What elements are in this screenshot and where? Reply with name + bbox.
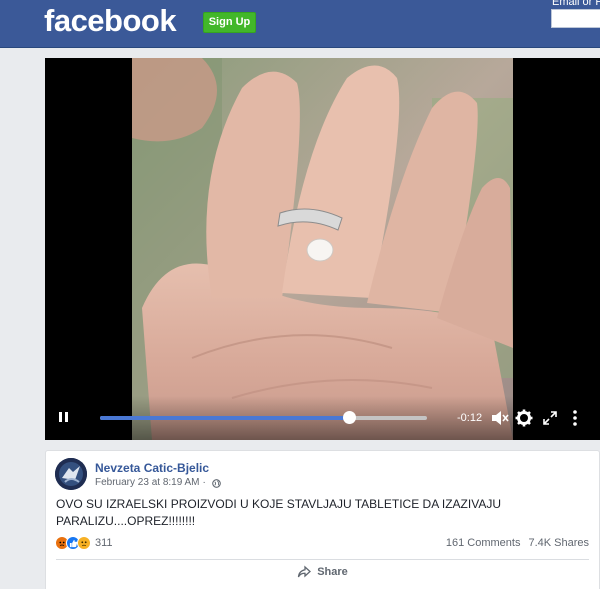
video-frame[interactable] <box>132 58 513 440</box>
email-label: Email or Phone <box>552 0 600 8</box>
meta-separator: · <box>202 477 206 488</box>
top-bar: facebook Sign Up Email or Phone <box>0 0 600 48</box>
post-text: OVO SU IZRAELSKI PROIZVODI U KOJE STAVLJ… <box>56 497 501 528</box>
share-label: Share <box>317 566 348 578</box>
post-meta: February 23 at 8:19 AM · <box>95 476 221 490</box>
post-date[interactable]: February 23 at 8:19 AM <box>95 476 200 490</box>
video-player[interactable]: -0:12 <box>45 58 600 440</box>
comments-count-link[interactable]: 161 Comments <box>446 537 521 549</box>
reaction-count: 311 <box>95 537 113 549</box>
video-controls: -0:12 <box>45 396 600 440</box>
fullscreen-icon[interactable] <box>540 408 560 428</box>
share-icon <box>298 565 312 578</box>
shares-count-link[interactable]: 7.4K Shares <box>528 537 589 549</box>
facebook-logo[interactable]: facebook <box>44 4 177 38</box>
seek-handle[interactable] <box>342 411 356 424</box>
volume-muted-icon[interactable] <box>489 408 509 428</box>
share-button[interactable]: Share <box>46 565 599 579</box>
pause-icon[interactable] <box>56 410 72 426</box>
avatar[interactable] <box>55 458 87 490</box>
divider <box>56 559 589 560</box>
more-icon[interactable] <box>565 408 585 428</box>
gear-icon[interactable] <box>514 408 534 428</box>
seek-bar[interactable] <box>100 411 427 424</box>
seek-progress <box>100 416 349 420</box>
author-name[interactable]: Nevzeta Catic-Bjelic <box>95 461 209 476</box>
globe-icon <box>212 478 221 488</box>
sad-reaction-icon <box>77 536 91 550</box>
time-remaining: -0:12 <box>457 412 483 424</box>
post-stats: 161 Comments 7.4K Shares <box>446 537 589 549</box>
video-still-image <box>132 58 513 440</box>
email-input[interactable] <box>551 9 600 28</box>
reactions-summary[interactable]: 311 <box>55 536 113 550</box>
sign-up-button[interactable]: Sign Up <box>203 12 256 33</box>
post-card: Nevzeta Catic-Bjelic February 23 at 8:19… <box>45 450 600 589</box>
